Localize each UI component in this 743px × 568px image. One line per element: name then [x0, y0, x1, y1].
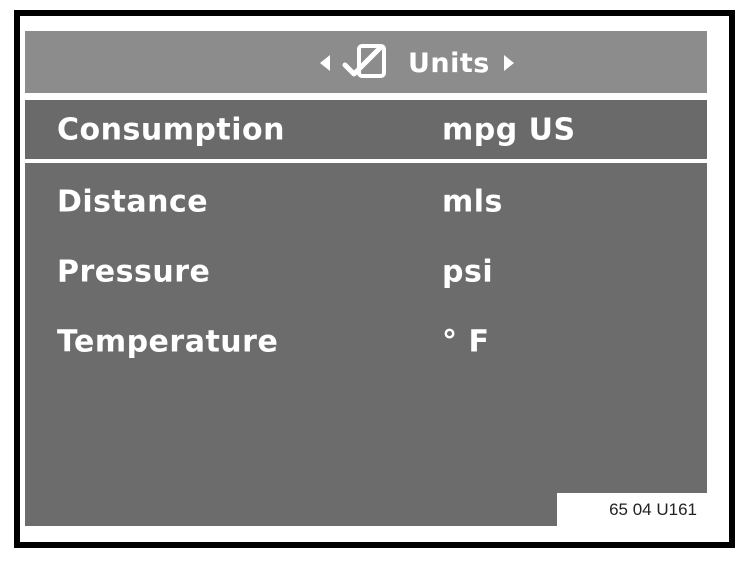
pressure-value: psi: [442, 254, 494, 290]
consumption-label: Consumption: [57, 112, 286, 147]
units-header: Units: [25, 31, 707, 97]
left-arrow-icon[interactable]: [320, 55, 330, 71]
pressure-label: Pressure: [57, 254, 211, 290]
consumption-row[interactable]: Consumption mpg US: [25, 97, 707, 163]
checkbox-icon: [342, 44, 386, 78]
distance-row[interactable]: Distance mls: [25, 169, 707, 235]
consumption-value: mpg US: [442, 112, 576, 147]
screen-title: Units: [408, 47, 490, 79]
right-arrow-icon[interactable]: [503, 55, 514, 71]
reference-code: 65 04 U161: [557, 493, 707, 526]
temperature-row[interactable]: Temperature ° F: [25, 309, 707, 375]
temperature-value: ° F: [442, 324, 490, 360]
header-center: Units: [320, 39, 514, 87]
temperature-label: Temperature: [57, 324, 279, 360]
pressure-row[interactable]: Pressure psi: [25, 239, 707, 305]
distance-label: Distance: [57, 184, 209, 220]
distance-value: mls: [442, 184, 503, 220]
units-screen: Units Consumption mpg US Distance mls Pr…: [25, 31, 707, 526]
